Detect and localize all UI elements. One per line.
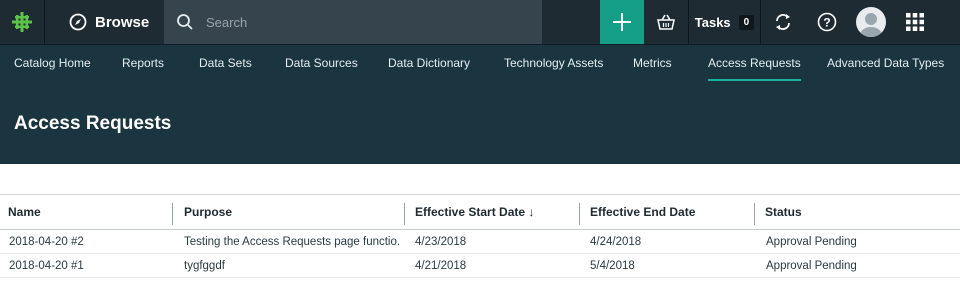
tasks-label: Tasks [694, 14, 731, 30]
column-header-effective-start-date[interactable]: Effective Start Date ↓ [415, 195, 534, 230]
search-input[interactable]: Search [164, 0, 542, 44]
topbar-spacer [542, 0, 600, 44]
avatar [856, 7, 886, 37]
table-row[interactable]: 2018-04-20 #2 Testing the Access Request… [0, 230, 960, 254]
plus-icon [613, 13, 631, 31]
access-requests-table: Name Purpose Effective Start Date ↓ Effe… [0, 194, 960, 278]
nav-item-catalog-home[interactable]: Catalog Home [14, 45, 91, 82]
column-resize-handle[interactable] [404, 203, 405, 225]
nav-item-data-sources[interactable]: Data Sources [285, 45, 358, 82]
browse-label: Browse [95, 13, 150, 31]
search-placeholder: Search [206, 14, 248, 30]
grid-icon [906, 13, 924, 31]
nav-item-data-sets[interactable]: Data Sets [199, 45, 252, 82]
top-bar: Browse Search Tasks 0 ? [0, 0, 960, 44]
page-header: Access Requests [0, 82, 960, 164]
apps-menu-button[interactable] [893, 0, 937, 44]
cell-status: Approval Pending [766, 260, 857, 272]
refresh-button[interactable] [761, 0, 805, 44]
cell-start-date: 4/23/2018 [415, 236, 467, 248]
nav-item-metrics[interactable]: Metrics [633, 45, 672, 82]
user-icon [860, 13, 882, 37]
nav-item-technology-assets[interactable]: Technology Assets [504, 45, 603, 82]
column-resize-handle[interactable] [579, 203, 580, 225]
cell-purpose: tygfggdf [184, 260, 225, 272]
catalog-nav: Catalog Home Reports Data Sets Data Sour… [0, 44, 960, 82]
column-resize-handle[interactable] [172, 203, 173, 225]
cell-name[interactable]: 2018-04-20 #2 [9, 230, 169, 254]
cell-name[interactable]: 2018-04-20 #1 [9, 254, 169, 278]
tasks-button[interactable]: Tasks 0 [689, 0, 760, 44]
cell-start-date: 4/21/2018 [415, 260, 467, 272]
page-title: Access Requests [14, 113, 172, 134]
column-header-name[interactable]: Name [8, 195, 41, 230]
refresh-icon [776, 14, 790, 30]
nav-item-reports[interactable]: Reports [122, 45, 164, 82]
column-resize-handle[interactable] [754, 203, 755, 225]
table-header: Name Purpose Effective Start Date ↓ Effe… [0, 194, 960, 230]
cell-end-date: 4/24/2018 [590, 236, 642, 248]
help-icon: ? [817, 12, 837, 32]
user-menu-button[interactable] [849, 0, 893, 44]
column-header-effective-end-date[interactable]: Effective End Date [590, 195, 695, 230]
compass-icon [69, 13, 87, 31]
tasks-count-badge: 0 [738, 14, 755, 30]
nav-item-advanced-data-types[interactable]: Advanced Data Types [827, 45, 944, 82]
help-button[interactable]: ? [805, 0, 849, 44]
table-row[interactable]: 2018-04-20 #1 tygfggdf 4/21/2018 5/4/201… [0, 254, 960, 278]
basket-button[interactable] [644, 0, 688, 44]
svg-text:?: ? [823, 16, 830, 30]
column-header-status[interactable]: Status [765, 195, 802, 230]
add-button[interactable] [600, 0, 644, 44]
column-header-purpose[interactable]: Purpose [184, 195, 232, 230]
cell-purpose: Testing the Access Requests page functio… [184, 236, 400, 248]
nav-item-data-dictionary[interactable]: Data Dictionary [388, 45, 470, 82]
app-logo-icon[interactable] [0, 0, 44, 44]
basket-icon [657, 14, 675, 30]
search-icon [177, 14, 193, 30]
nav-item-access-requests[interactable]: Access Requests [708, 45, 801, 82]
browse-button[interactable]: Browse [45, 0, 164, 44]
cell-status: Approval Pending [766, 236, 857, 248]
cell-end-date: 5/4/2018 [590, 260, 635, 272]
